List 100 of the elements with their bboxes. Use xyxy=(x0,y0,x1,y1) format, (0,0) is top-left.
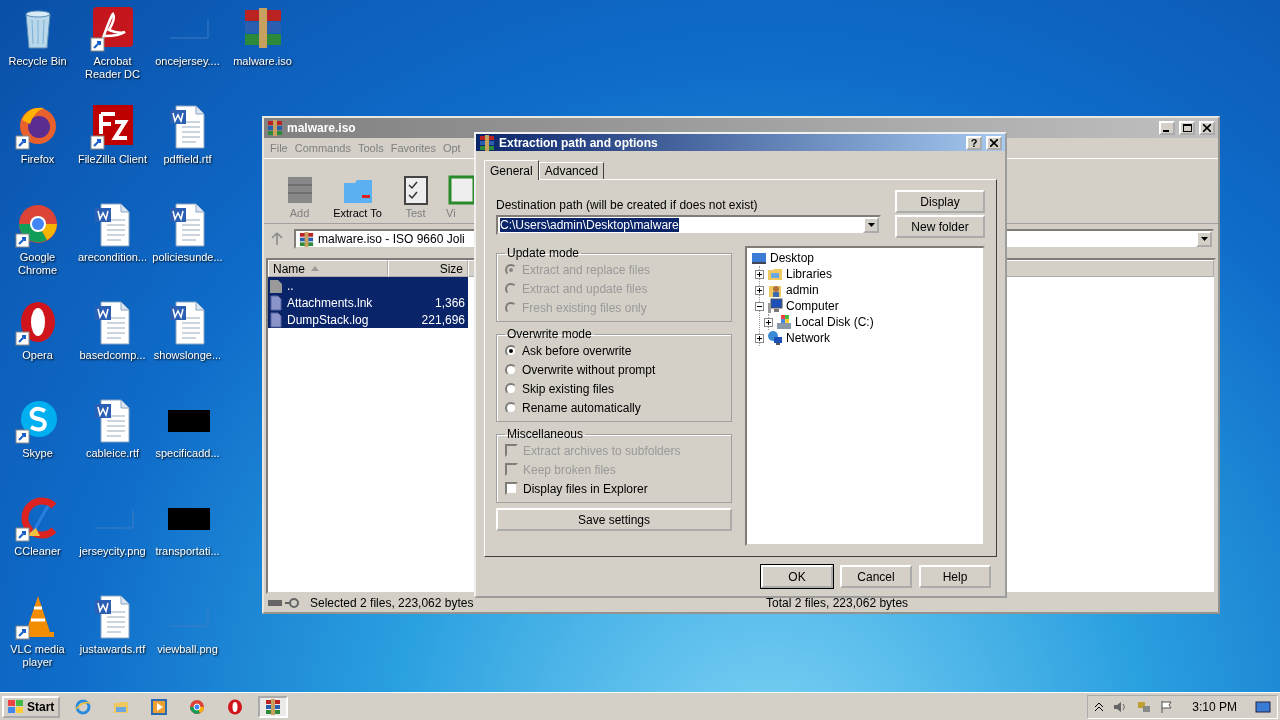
flag-icon[interactable] xyxy=(1160,699,1175,714)
file-name: DumpStack.log xyxy=(286,312,370,327)
toolbar-button[interactable]: Extract To xyxy=(330,173,385,219)
option-label: Keep broken files xyxy=(523,462,616,477)
file-name: Attachments.lnk xyxy=(286,295,374,310)
checkbox[interactable] xyxy=(505,482,518,495)
network-icon xyxy=(767,330,783,346)
option-label: Extract and update files xyxy=(522,281,648,296)
desktop-icon-label[interactable]: justawards.rtf xyxy=(79,643,146,656)
clock[interactable]: 3:10 PM xyxy=(1182,699,1247,714)
desktop-icon-label[interactable]: transportati... xyxy=(155,545,220,558)
tab[interactable]: General xyxy=(484,160,539,180)
side-button[interactable]: Display xyxy=(895,190,985,213)
close-button[interactable] xyxy=(986,135,1002,150)
desktop-icon-label[interactable]: viewball.png xyxy=(157,643,218,656)
desktop-icon-label[interactable]: Recycle Bin xyxy=(8,55,67,68)
desktop-icon-label[interactable]: Google Chrome xyxy=(0,251,75,277)
desktop-icon-label[interactable]: Skype xyxy=(22,447,53,460)
expand-icon[interactable] xyxy=(764,317,773,327)
desktop-icon-label[interactable]: Opera xyxy=(22,349,53,362)
destination-path-field[interactable]: C:\Users\admin\Desktop\malware xyxy=(496,215,881,235)
file-row[interactable]: Attachments.lnk 1,366 xyxy=(268,294,468,311)
browser-icon xyxy=(227,698,244,715)
address-text: malware.iso - ISO 9660 Joli xyxy=(318,232,465,246)
dialog-button[interactable]: Help xyxy=(919,565,991,588)
sort-arrow-icon xyxy=(311,266,319,271)
desktop-icon-label[interactable]: Firefox xyxy=(20,153,55,166)
desktop-icon-label[interactable]: Acrobat Reader DC xyxy=(75,55,150,81)
desktop-icon-label[interactable]: jerseycity.png xyxy=(79,545,146,558)
minimize-button[interactable] xyxy=(1159,121,1175,135)
option-label: Skip existing files xyxy=(522,381,615,396)
desktop-icon-label[interactable]: arecondition... xyxy=(77,251,148,264)
file-row[interactable]: DumpStack.log 221,696 xyxy=(268,311,468,328)
column-header[interactable]: Size xyxy=(388,260,468,277)
expand-icon[interactable] xyxy=(755,269,764,279)
tree-item[interactable]: admin xyxy=(786,283,819,297)
close-button[interactable] xyxy=(1199,121,1215,135)
desktop-icon xyxy=(751,250,767,266)
status-text: Selected 2 files, 223,062 bytes xyxy=(310,596,475,610)
desktop-icon-label[interactable]: CCleaner xyxy=(14,545,61,558)
maximize-button[interactable] xyxy=(1179,121,1195,135)
chevron-up-icon[interactable] xyxy=(1094,701,1105,712)
status-text: Total 2 files, 223,062 bytes xyxy=(766,596,910,610)
tree-item[interactable]: Desktop xyxy=(770,251,815,265)
desktop-icon-label[interactable]: specificadd... xyxy=(155,447,220,460)
archive-icon xyxy=(265,698,282,715)
group-label: Overwrite mode xyxy=(506,327,593,341)
option-label: Extract archives to subfolders xyxy=(523,443,681,458)
side-button[interactable]: New folder xyxy=(895,215,985,238)
file-icon xyxy=(268,294,284,311)
desktop-icon-label[interactable]: cableice.rtf xyxy=(85,447,140,460)
desktop-icon-label[interactable]: oncejersey.... xyxy=(155,55,220,68)
tab[interactable]: Advanced xyxy=(538,162,605,179)
desktop-icon-label[interactable]: VLC media player xyxy=(0,643,75,669)
file-name: .. xyxy=(286,278,295,293)
desktop-icon-label[interactable]: malware.iso xyxy=(233,55,292,68)
help-button[interactable]: ? xyxy=(966,135,982,150)
dialog-button[interactable]: OK xyxy=(761,565,833,588)
radio-button[interactable] xyxy=(505,363,517,376)
option-label: Rename automatically xyxy=(522,400,641,415)
radio-button[interactable] xyxy=(505,401,517,414)
desktop-icon-label[interactable]: basedcomp... xyxy=(79,349,146,362)
desktop-icon-label[interactable]: FileZilla Client xyxy=(77,153,148,166)
collapse-icon[interactable] xyxy=(755,301,764,311)
radio-button[interactable] xyxy=(505,344,517,357)
window-title: malware.iso xyxy=(287,121,357,135)
expand-icon[interactable] xyxy=(755,285,764,295)
desktop-icon-label[interactable]: showslonge... xyxy=(153,349,222,362)
file-size: 1,366 xyxy=(433,295,466,310)
option-label: Fresh existing files only xyxy=(522,300,647,315)
dialog-title: Extraction path and options xyxy=(499,135,659,150)
tree-item[interactable]: Computer xyxy=(786,299,839,313)
maximize-icon xyxy=(1182,124,1192,132)
file-size: 221,696 xyxy=(420,312,466,327)
windows-logo-icon xyxy=(8,699,24,714)
expand-icon[interactable] xyxy=(755,333,764,343)
dialog-button[interactable]: Cancel xyxy=(840,565,912,588)
archive-icon xyxy=(479,134,495,151)
field-label: Destination path (will be created if does not exist) xyxy=(496,198,759,212)
group-label: Miscellaneous xyxy=(506,427,585,441)
file-row[interactable]: .. xyxy=(268,277,468,294)
desktop-icon-label[interactable]: pdffield.rtf xyxy=(163,153,212,166)
close-icon xyxy=(1203,124,1211,132)
tree-item[interactable]: Local Disk (C:) xyxy=(795,315,874,329)
browser-icon xyxy=(189,698,206,715)
file-icon xyxy=(268,311,284,328)
archive-icon xyxy=(267,120,283,136)
browser-icon xyxy=(75,698,92,715)
column-header[interactable]: Name xyxy=(268,260,388,277)
save-settings-button[interactable]: Save settings xyxy=(496,508,732,531)
drive-icon xyxy=(776,314,792,330)
tree-item[interactable]: Libraries xyxy=(786,267,833,281)
start-button[interactable]: Start xyxy=(2,695,61,718)
option-label: Ask before overwrite xyxy=(522,343,632,358)
tree-item[interactable]: Network xyxy=(786,331,830,345)
folder-up-icon xyxy=(268,277,284,294)
show-desktop-icon[interactable] xyxy=(1255,699,1271,714)
desktop-icon-label[interactable]: policiesunde... xyxy=(152,251,223,264)
radio-button[interactable] xyxy=(505,382,517,395)
taskbar-app-button[interactable] xyxy=(258,695,289,718)
